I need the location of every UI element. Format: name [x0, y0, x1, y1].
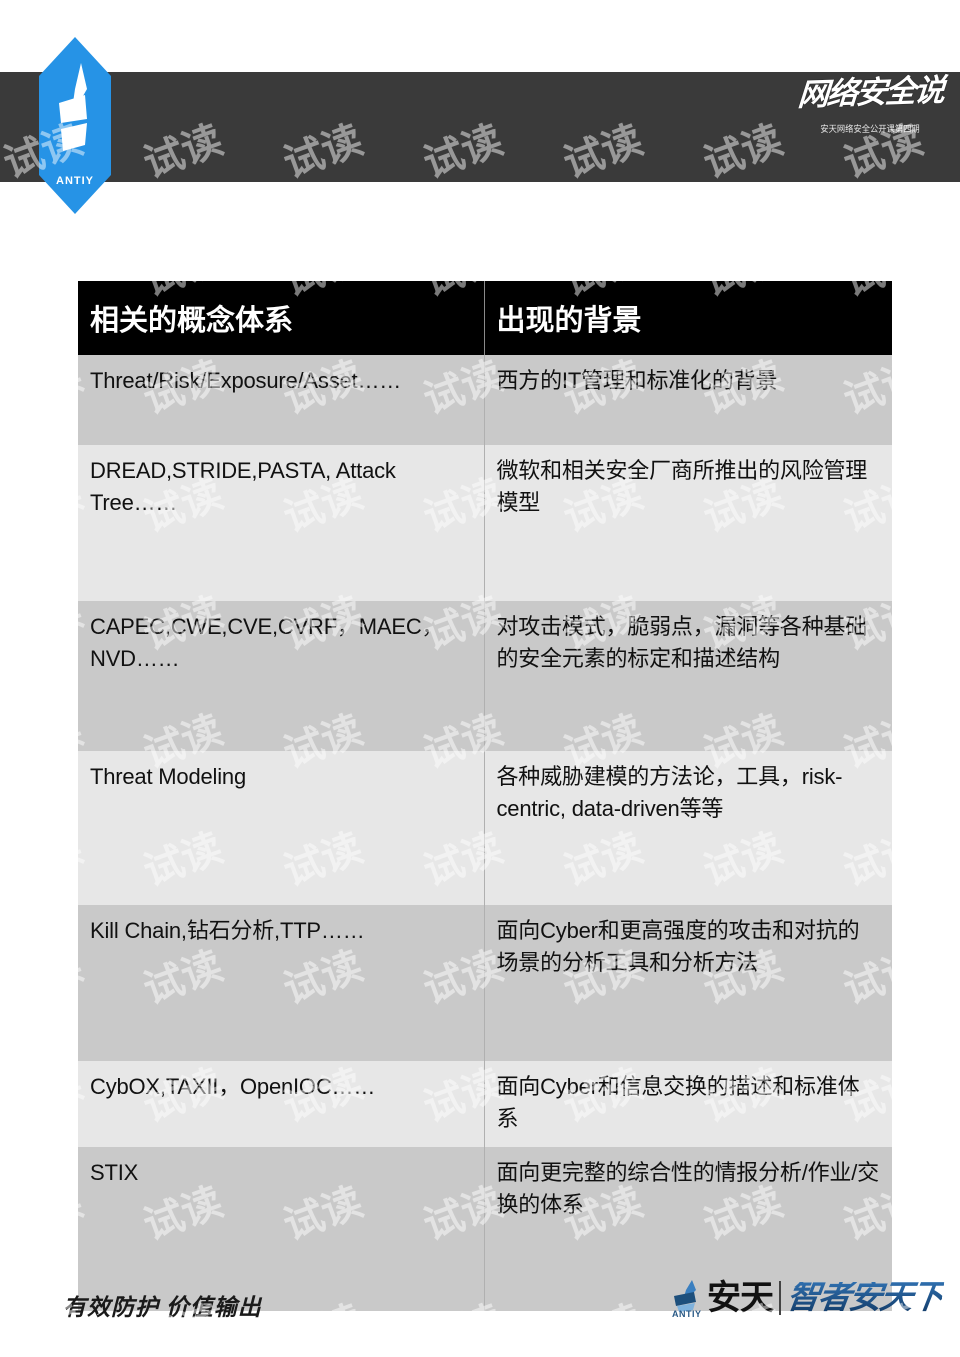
cell-concept: STIX	[78, 1146, 485, 1311]
header-calligraphy: 网络安全说 安天网络安全公开课第四期	[797, 72, 945, 180]
footer-tagline: 有效防护 价值输出	[63, 1295, 262, 1320]
brand-slogan: 智者安天下	[784, 1279, 945, 1316]
cell-concept: DREAD,STRIDE,PASTA, Attack Tree……	[78, 445, 485, 601]
antiy-logo-badge: ANTIY	[39, 37, 111, 214]
cell-concept: Kill Chain,钻石分析,TTP……	[78, 905, 485, 1061]
column-header-concept: 相关的概念体系	[78, 281, 485, 355]
brand-divider	[779, 1281, 781, 1315]
table-row: CybOX,TAXII，OpenIOC…… 面向Cyber和信息交换的描述和标准…	[78, 1061, 892, 1147]
table-row: Kill Chain,钻石分析,TTP…… 面向Cyber和更高强度的攻击和对抗…	[78, 905, 892, 1061]
cell-background: 面向Cyber和更高强度的攻击和对抗的场景的分析工具和分析方法	[484, 905, 892, 1061]
cell-background: 面向Cyber和信息交换的描述和标准体系	[484, 1061, 892, 1147]
cell-background: 西方的IT管理和标准化的背景	[484, 355, 892, 445]
brand-name: 安天	[707, 1279, 774, 1317]
calligraphy-subtitle: 安天网络安全公开课第四期	[820, 124, 921, 135]
table-row: Threat/Risk/Exposure/Asset…… 西方的IT管理和标准化…	[78, 355, 892, 445]
cell-background: 微软和相关安全厂商所推出的风险管理模型	[484, 445, 892, 601]
cell-concept: CAPEC,CWE,CVE,CVRF，MAEC，NVD……	[78, 601, 485, 751]
cell-concept: Threat/Risk/Exposure/Asset……	[78, 355, 485, 445]
cell-background: 各种威胁建模的方法论，工具，risk-centric, data-driven等…	[484, 751, 892, 905]
calligraphy-title: 网络安全说	[796, 72, 945, 113]
table-header-row: 相关的概念体系 出现的背景	[78, 281, 892, 355]
antiy-feather-icon	[59, 63, 87, 151]
table-row: CAPEC,CWE,CVE,CVRF，MAEC，NVD…… 对攻击模式，脆弱点，…	[78, 601, 892, 751]
antiy-wordmark: ANTIY	[56, 175, 94, 187]
cell-concept: Threat Modeling	[78, 751, 485, 905]
footer-brand-logo: ANTIY 安天 智者安天下	[670, 1272, 945, 1324]
column-header-background: 出现的背景	[484, 281, 892, 355]
table-row: Threat Modeling 各种威胁建模的方法论，工具，risk-centr…	[78, 751, 892, 905]
cell-background: 对攻击模式，脆弱点，漏洞等各种基础的安全元素的标定和描述结构	[484, 601, 892, 751]
cell-concept: CybOX,TAXII，OpenIOC……	[78, 1061, 485, 1147]
concept-table: 相关的概念体系 出现的背景 Threat/Risk/Exposure/Asset…	[78, 281, 892, 1311]
antiy-footer-icon: ANTIY	[670, 1278, 704, 1319]
antiy-footer-wordmark: ANTIY	[672, 1309, 702, 1319]
table-row: DREAD,STRIDE,PASTA, Attack Tree…… 微软和相关安…	[78, 445, 892, 601]
